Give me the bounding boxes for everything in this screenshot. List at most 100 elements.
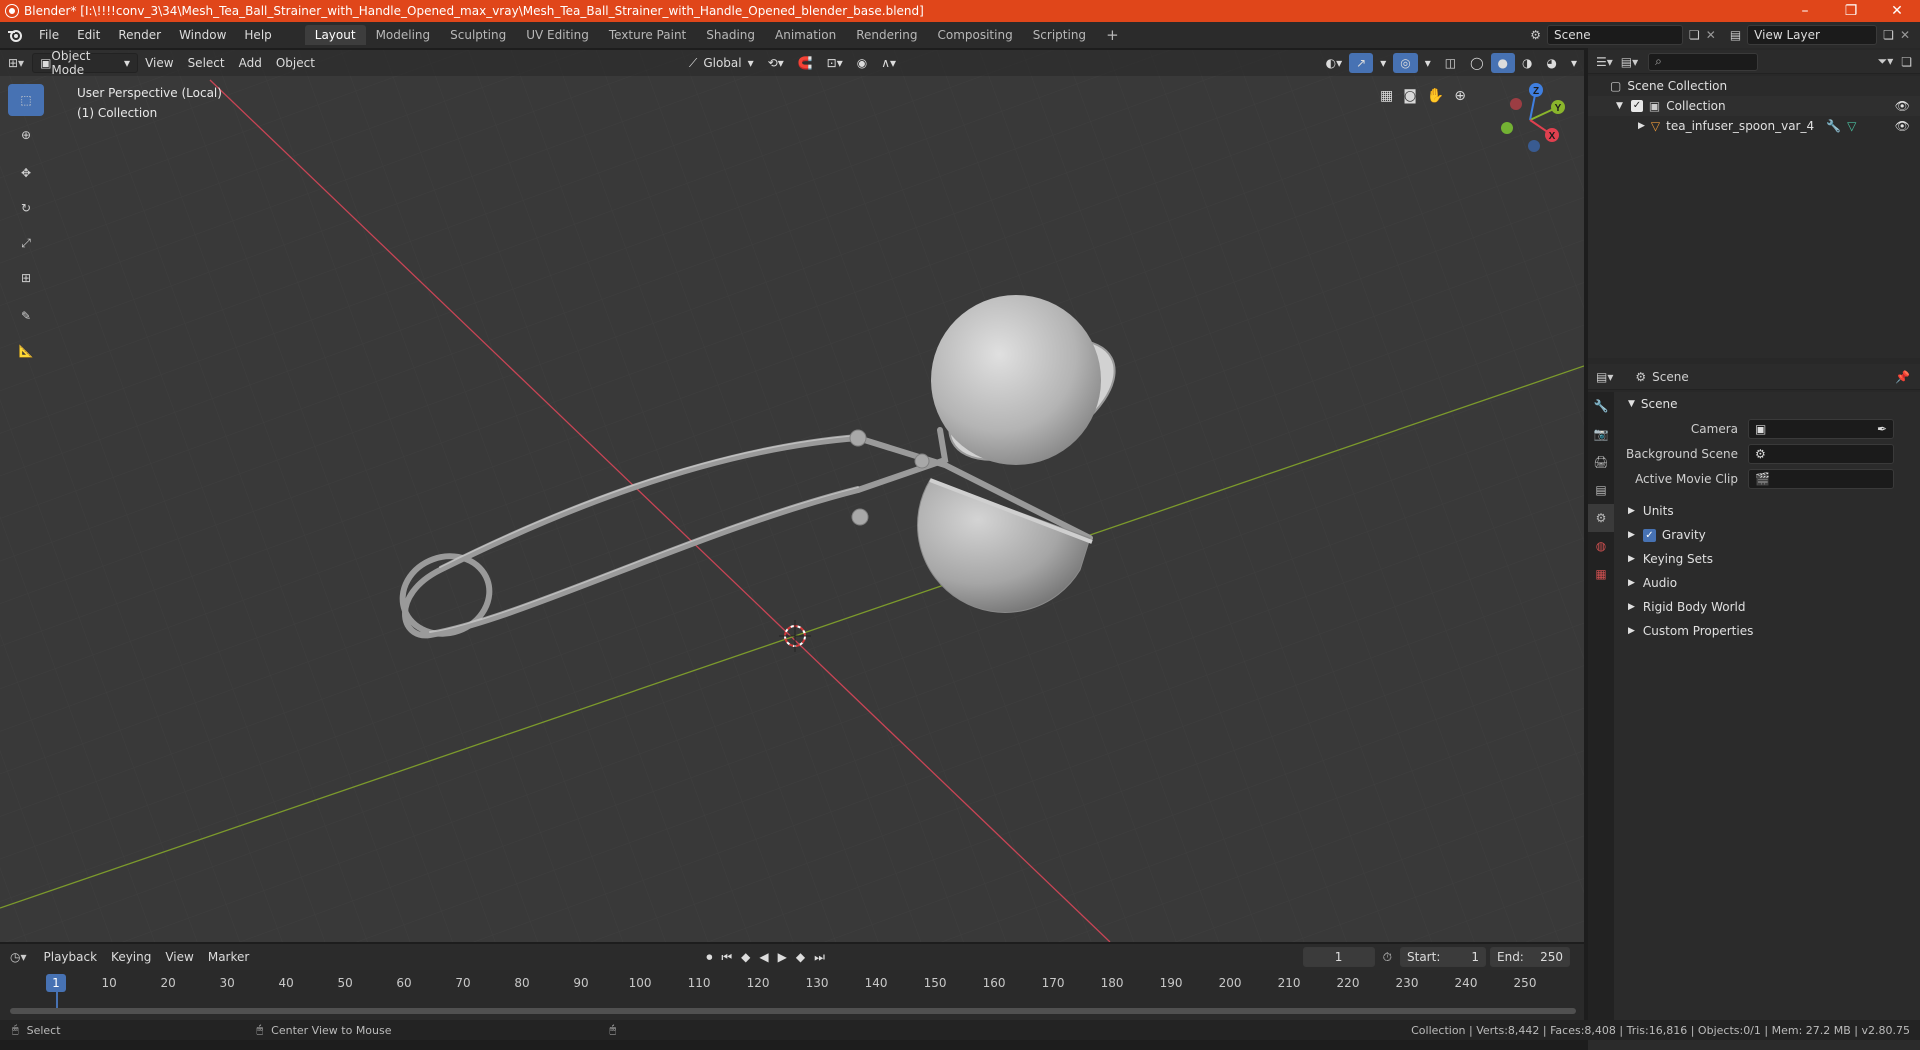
viewport-3d[interactable]: User Perspective (Local) (1) Collection … [0,50,1584,942]
output-tab-icon[interactable]: 🖨 [1588,448,1614,476]
tab-uv-editing[interactable]: UV Editing [516,25,599,45]
render-tab-icon[interactable]: 📷 [1588,420,1614,448]
tab-sculpting[interactable]: Sculpting [440,25,516,45]
add-workspace-button[interactable]: + [1096,23,1129,47]
viewlayer-selector-icon[interactable]: ▤ [1730,28,1741,42]
wireframe-shading-icon[interactable]: ◯ [1463,53,1490,73]
filter-icon[interactable]: ⏷▾ [1878,54,1894,69]
viewport-menu-object[interactable]: Object [269,53,322,73]
timeline-ruler[interactable]: 1 10 20 30 40 50 60 70 80 90 100 110 120 130 140 150 16… [0,970,1584,1020]
end-frame-field[interactable]: End: 250 [1490,947,1570,967]
gravity-checkbox[interactable]: ✓ [1642,528,1656,542]
new-viewlayer-icon[interactable]: ❏ [1883,28,1894,42]
current-frame-field[interactable]: 1 [1302,947,1375,967]
scene-field[interactable]: Scene [1547,25,1683,45]
menu-render[interactable]: Render [109,28,170,42]
outliner-search-input[interactable]: ⌕ [1648,52,1759,71]
outliner-row-object[interactable]: ▶ ▽ tea_infuser_spoon_var_4 🔧 ▽ 👁 [1588,116,1920,136]
outliner-editor-icon[interactable]: ☰▾ [1596,55,1613,69]
tool-tab-icon[interactable]: 🔧 [1588,392,1614,420]
play-reverse-icon[interactable]: ◀ [759,950,768,965]
playhead[interactable]: 1 [46,974,66,992]
timeline-menu-keying[interactable]: Keying [104,947,158,967]
viewport-menu-select[interactable]: Select [181,53,232,73]
select-box-tool-icon[interactable]: ⬚ [8,84,44,116]
properties-editor-icon[interactable]: ▤▾ [1596,370,1613,384]
blender-menu-icon[interactable] [0,28,30,42]
menu-help[interactable]: Help [235,28,280,42]
move-tool-icon[interactable]: ✥ [8,157,44,189]
tab-modeling[interactable]: Modeling [366,25,441,45]
active-movie-clip-field[interactable]: 🎬 [1748,468,1894,489]
collection-checkbox[interactable]: ✓ [1630,100,1643,112]
remove-viewlayer-icon[interactable]: ✕ [1900,28,1910,42]
visibility-icon[interactable]: ◐▾ [1319,53,1350,73]
scene-section-header[interactable]: ▼ Scene [1618,392,1920,416]
timeline-menu-view[interactable]: View [158,947,200,967]
overlay-toggle-icon[interactable]: ◎ [1393,53,1418,73]
transform-orientation-dropdown[interactable]: ⟋ Global ▾ [682,53,761,73]
timeline-menu-marker[interactable]: Marker [201,947,256,967]
modifier-wrench-icon[interactable]: 🔧 [1826,119,1841,133]
tab-animation[interactable]: Animation [765,25,846,45]
expand-arrow-icon[interactable]: ▼ [1616,101,1623,111]
display-mode-icon[interactable]: ▤▾ [1621,55,1638,69]
tab-compositing[interactable]: Compositing [927,25,1022,45]
rotate-tool-icon[interactable]: ↻ [8,192,44,224]
gravity-section-header[interactable]: ▶ ✓ Gravity [1618,523,1920,547]
remove-scene-icon[interactable]: ✕ [1706,28,1716,42]
clock-icon[interactable]: ⏱ [1383,950,1392,965]
gizmo-dropdown-icon[interactable]: ▾ [1373,53,1393,73]
rendered-shading-icon[interactable]: ◕ [1539,53,1563,73]
mode-selector[interactable]: ▣ Object Mode ▾ [32,49,139,77]
snap-icon[interactable]: 🧲 [791,53,820,73]
pivot-point-icon[interactable]: ⟲▾ [761,53,791,73]
outliner-row-collection[interactable]: ▼ ✓ ▣ Collection 👁 [1588,96,1920,116]
falloff-icon[interactable]: ∧▾ [874,53,903,73]
viewlayer-field[interactable]: View Layer [1747,25,1878,45]
overlay-dropdown-icon[interactable]: ▾ [1418,53,1438,73]
tab-layout[interactable]: Layout [304,25,366,45]
timeline-menu-playback[interactable]: Playback [37,947,105,967]
editor-type-icon[interactable]: ⊞▾ [8,56,24,70]
scene-tab-icon[interactable]: ⚙ [1588,504,1614,532]
start-frame-field[interactable]: Start: 1 [1400,947,1486,967]
outliner-row-scene-collection[interactable]: ▢ Scene Collection [1588,76,1920,96]
zoom-icon[interactable]: ⊕ [1454,88,1466,104]
new-collection-icon[interactable]: ❏ [1901,55,1912,69]
record-icon[interactable]: ⏺ [706,950,712,965]
new-scene-icon[interactable]: ❏ [1689,28,1700,42]
keying-sets-section-header[interactable]: ▶ Keying Sets [1618,547,1920,571]
texture-tab-icon[interactable]: ▦ [1588,560,1614,588]
camera-field[interactable]: ▣ ✒ [1748,418,1894,439]
timeline-editor-icon[interactable]: ◷▾ [10,950,27,964]
pan-hand-icon[interactable]: ✋ [1427,88,1444,104]
minimize-button[interactable]: – [1782,0,1828,22]
rigid-body-world-section-header[interactable]: ▶ Rigid Body World [1618,595,1920,619]
xray-icon[interactable]: ◫ [1438,53,1463,73]
cursor-tool-icon[interactable]: ⊕ [8,119,44,151]
mesh-data-icon[interactable]: ▽ [1847,119,1856,133]
play-icon[interactable]: ▶ [778,950,787,965]
shading-dropdown-icon[interactable]: ▾ [1564,53,1584,73]
measure-tool-icon[interactable]: 📐 [8,335,44,367]
annotate-tool-icon[interactable]: ✎ [8,300,44,332]
pin-icon[interactable]: 📌 [1895,370,1910,384]
transform-tool-icon[interactable]: ⊞ [8,262,44,294]
snap-target-icon[interactable]: ⊡▾ [820,53,850,73]
tab-scripting[interactable]: Scripting [1023,25,1096,45]
jump-end-icon[interactable]: ⏭ [814,950,825,965]
custom-properties-section-header[interactable]: ▶ Custom Properties [1618,619,1920,643]
tab-texture-paint[interactable]: Texture Paint [599,25,696,45]
background-scene-field[interactable]: ⚙ [1748,443,1894,464]
gizmo-toggle-icon[interactable]: ↗ [1349,53,1374,73]
expand-arrow-icon[interactable]: ▶ [1638,121,1645,131]
tab-shading[interactable]: Shading [696,25,765,45]
eyedropper-icon[interactable]: ✒ [1877,422,1887,436]
units-section-header[interactable]: ▶ Units [1618,499,1920,523]
navigation-gizmo[interactable]: X Y Z [1490,80,1570,160]
grid-toggle-icon[interactable]: ▦ [1380,88,1393,104]
menu-edit[interactable]: Edit [68,28,109,42]
menu-file[interactable]: File [30,28,68,42]
jump-start-icon[interactable]: ⏮ [721,950,732,965]
